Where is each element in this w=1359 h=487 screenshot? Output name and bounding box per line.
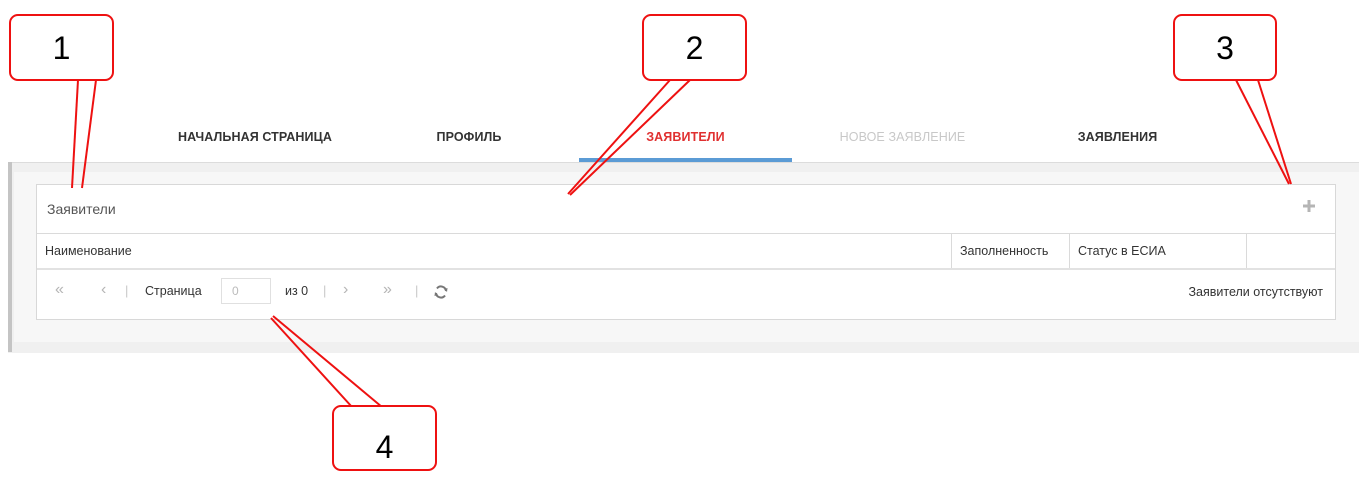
tab-applicants[interactable]: ЗАЯВИТЕЛИ xyxy=(579,118,792,158)
callout-4: 4 xyxy=(332,405,437,471)
applicants-panel: Заявители Наименование Заполненность Ста… xyxy=(36,184,1336,320)
column-header-actions xyxy=(1246,234,1335,268)
column-header-name[interactable]: Наименование xyxy=(37,234,951,268)
tab-profile[interactable]: ПРОФИЛЬ xyxy=(419,118,519,158)
table-header: Наименование Заполненность Статус в ЕСИА xyxy=(37,234,1335,270)
content-area-edge xyxy=(8,162,12,352)
first-page-icon[interactable]: « xyxy=(55,281,64,299)
callout-3: 3 xyxy=(1173,14,1277,81)
top-nav: НАЧАЛЬНАЯ СТРАНИЦА ПРОФИЛЬ ЗАЯВИТЕЛИ НОВ… xyxy=(0,118,1359,162)
column-header-esia-status[interactable]: Статус в ЕСИА xyxy=(1069,234,1246,268)
tab-home[interactable]: НАЧАЛЬНАЯ СТРАНИЦА xyxy=(170,118,340,158)
tab-applications[interactable]: ЗАЯВЛЕНИЯ xyxy=(1060,118,1175,158)
panel-header: Заявители xyxy=(37,185,1335,234)
pager-separator: | xyxy=(125,283,129,298)
pager-separator: | xyxy=(415,283,419,298)
refresh-icon[interactable] xyxy=(433,284,449,300)
tab-new-application: НОВОЕ ЗАЯВЛЕНИЕ xyxy=(839,130,966,144)
plus-icon[interactable] xyxy=(1301,198,1317,214)
page-input[interactable] xyxy=(221,278,271,304)
empty-status-text: Заявители отсутствуют xyxy=(1188,285,1323,299)
callout-1: 1 xyxy=(9,14,114,81)
panel-title: Заявители xyxy=(47,201,116,217)
page-label: Страница xyxy=(145,284,202,298)
pager: « ‹ | Страница из 0 | › » | Заявители от… xyxy=(37,270,1335,319)
last-page-icon[interactable]: » xyxy=(383,281,392,299)
column-header-completeness[interactable]: Заполненность xyxy=(951,234,1069,268)
callout-2: 2 xyxy=(642,14,747,81)
prev-page-icon[interactable]: ‹ xyxy=(101,281,106,299)
next-page-icon[interactable]: › xyxy=(343,281,348,299)
page-count: из 0 xyxy=(285,284,309,298)
pager-separator: | xyxy=(323,283,327,298)
